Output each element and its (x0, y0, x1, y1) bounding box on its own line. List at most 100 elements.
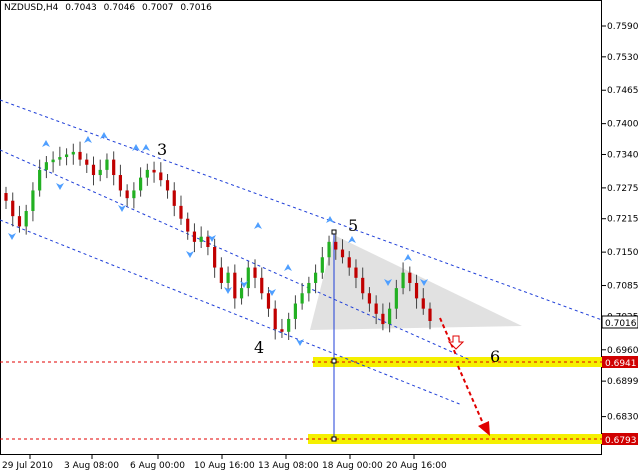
candle-body (71, 151, 75, 155)
forecast-arrowhead (478, 421, 490, 436)
level-band-2 (308, 434, 602, 444)
candle-body (381, 313, 385, 325)
fractal-arrow-icon (8, 233, 16, 240)
candle-body (408, 272, 412, 283)
channel-line-upper (0, 99, 603, 321)
candle-body (253, 267, 257, 278)
candle-body (273, 308, 277, 330)
wave-label-5: 5 (348, 216, 358, 235)
candle-body (421, 298, 425, 309)
measure-handle-bottom (331, 436, 337, 442)
candle-body (401, 272, 405, 289)
candle-body (91, 164, 96, 176)
y-tick-label: 0.7275 (607, 184, 638, 194)
y-tick-label: 0.7465 (607, 86, 638, 96)
candle-body (367, 293, 372, 304)
candle-body (347, 257, 351, 268)
candle-body (58, 157, 62, 160)
candle-body (4, 193, 8, 201)
plot-frame (0, 0, 602, 455)
y-tick-label: 0.7400 (607, 120, 638, 130)
x-tick-label: 13 Aug 08:00 (258, 461, 319, 471)
candle-body (152, 169, 156, 173)
candle-body (246, 267, 250, 289)
candle-body (213, 246, 217, 268)
candle-body (139, 177, 143, 191)
triangle-pattern (310, 235, 522, 330)
candle-body (159, 172, 163, 181)
candle-body (11, 200, 15, 217)
fractal-arrow-icon (84, 136, 92, 143)
candle-body (165, 180, 170, 191)
wave-label-4: 4 (254, 338, 264, 357)
candle-body (118, 175, 123, 191)
candle-body (394, 288, 398, 309)
wave-label-6: 6 (490, 347, 500, 366)
candle-body (414, 282, 419, 299)
candle-body (179, 205, 183, 219)
candle-body (340, 249, 345, 258)
y-tick-label: 0.7530 (607, 53, 638, 63)
fractal-arrow-icon (348, 236, 356, 243)
candle-body (51, 159, 55, 163)
candle-body (361, 277, 365, 294)
candle-body (38, 169, 42, 191)
fractal-arrow-icon (254, 222, 262, 229)
candle-body (31, 190, 35, 212)
candle-body (233, 272, 237, 299)
channel-line-middle (0, 149, 471, 361)
y-tick-label: 0.7150 (607, 248, 638, 258)
candle-body (219, 267, 223, 283)
x-tick-label: 29 Jul 2010 (2, 461, 53, 471)
candle-body (388, 308, 392, 325)
candle-body (132, 190, 136, 199)
candle-body (280, 329, 284, 332)
level-label-1: 0.6941 (605, 359, 637, 369)
candle-body (105, 159, 109, 170)
candle-body (266, 293, 271, 309)
candle-body (98, 169, 102, 176)
candle-body (85, 159, 89, 165)
measure-handle-mid (331, 358, 337, 364)
current-price-label: 0.7016 (605, 319, 637, 329)
candle-body (199, 236, 203, 242)
candle-body (354, 267, 358, 278)
x-tick-label: 20 Aug 16:00 (386, 461, 447, 471)
candle-body (172, 190, 176, 206)
fractal-arrow-icon (186, 251, 194, 258)
fractal-arrow-icon (42, 140, 50, 147)
fractal-arrow-icon (56, 183, 64, 190)
measure-handle-top (331, 229, 337, 235)
y-tick-label: 0.7085 (607, 282, 638, 292)
x-axis: 29 Jul 2010 3 Aug 08:00 6 Aug 00:00 10 Aug … (2, 455, 447, 471)
fractal-arrow-icon (296, 339, 304, 346)
candle-body (320, 257, 324, 273)
candle-body (293, 303, 297, 319)
candle-body (313, 272, 318, 283)
candle-body (125, 190, 129, 199)
candle-body (17, 216, 22, 227)
y-tick-label: 0.7340 (607, 150, 638, 160)
candle-body (327, 241, 331, 258)
forecast-arrow-line-2 (457, 365, 486, 429)
price-chart: 3 4 5 6 0.7590 0.7530 0.7465 0.7400 0.7340 0.… (0, 0, 638, 471)
candle-body (64, 154, 69, 158)
level-label-2: 0.6793 (605, 436, 637, 446)
y-tick-label: 0.7215 (607, 215, 638, 225)
down-arrow-icon (447, 335, 465, 350)
y-tick-label: 0.6830 (607, 413, 638, 423)
candle-body (186, 218, 190, 232)
fractal-arrow-icon (284, 264, 292, 271)
x-tick-label: 18 Aug 00:00 (322, 461, 383, 471)
x-tick-label: 6 Aug 00:00 (130, 461, 185, 471)
x-tick-label: 10 Aug 16:00 (194, 461, 255, 471)
y-tick-label: 0.6960 (607, 346, 638, 356)
y-tick-label: 0.6899 (607, 377, 638, 387)
candle-body (307, 282, 311, 294)
candle-body (192, 231, 197, 242)
x-tick-label: 3 Aug 08:00 (64, 461, 119, 471)
candle-body (287, 318, 291, 332)
fractal-arrow-icon (118, 205, 126, 212)
candle-body (24, 211, 28, 227)
candle-body (374, 303, 378, 314)
